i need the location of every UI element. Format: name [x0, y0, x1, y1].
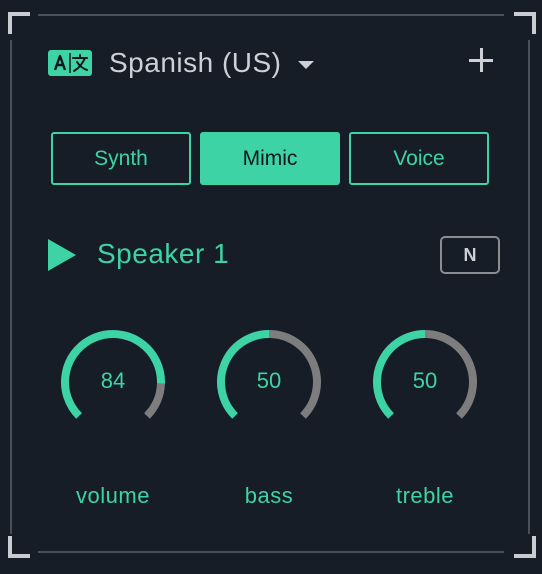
volume-knob-label: volume	[76, 483, 150, 508]
knob-group: 84 50 50 volume bass treble	[54, 326, 488, 516]
frame-left-line	[10, 40, 12, 534]
tab-synth[interactable]: Synth	[51, 132, 191, 185]
language-select[interactable]: Spanish (US)	[109, 47, 282, 79]
language-header: Spanish (US)	[48, 40, 498, 86]
treble-knob-label: treble	[395, 483, 455, 508]
voice-panel: Spanish (US) Synth Mimic Voice Speaker 1…	[0, 0, 542, 574]
speaker-name[interactable]: Speaker 1	[97, 238, 229, 270]
corner-top-left	[8, 12, 30, 34]
play-icon[interactable]	[48, 239, 76, 271]
frame-right-line	[528, 40, 530, 534]
speaker-row: Speaker 1 N	[48, 236, 500, 274]
volume-knob-value: 84	[100, 368, 126, 393]
tab-voice[interactable]: Voice	[349, 132, 489, 185]
corner-bottom-left	[8, 536, 30, 558]
n-badge-button[interactable]: N	[440, 236, 500, 274]
corner-top-right	[514, 12, 536, 34]
frame-top-line	[38, 14, 504, 16]
mode-tabs: Synth Mimic Voice	[51, 132, 489, 185]
chevron-down-icon[interactable]	[297, 61, 314, 69]
bass-knob-label: bass	[244, 483, 294, 508]
translate-icon	[48, 50, 92, 76]
add-button[interactable]	[466, 46, 496, 76]
tab-mimic[interactable]: Mimic	[200, 132, 340, 185]
treble-knob-value: 50	[412, 368, 438, 393]
bass-knob-value: 50	[256, 368, 282, 393]
corner-bottom-right	[514, 536, 536, 558]
frame-bottom-line	[38, 551, 504, 553]
